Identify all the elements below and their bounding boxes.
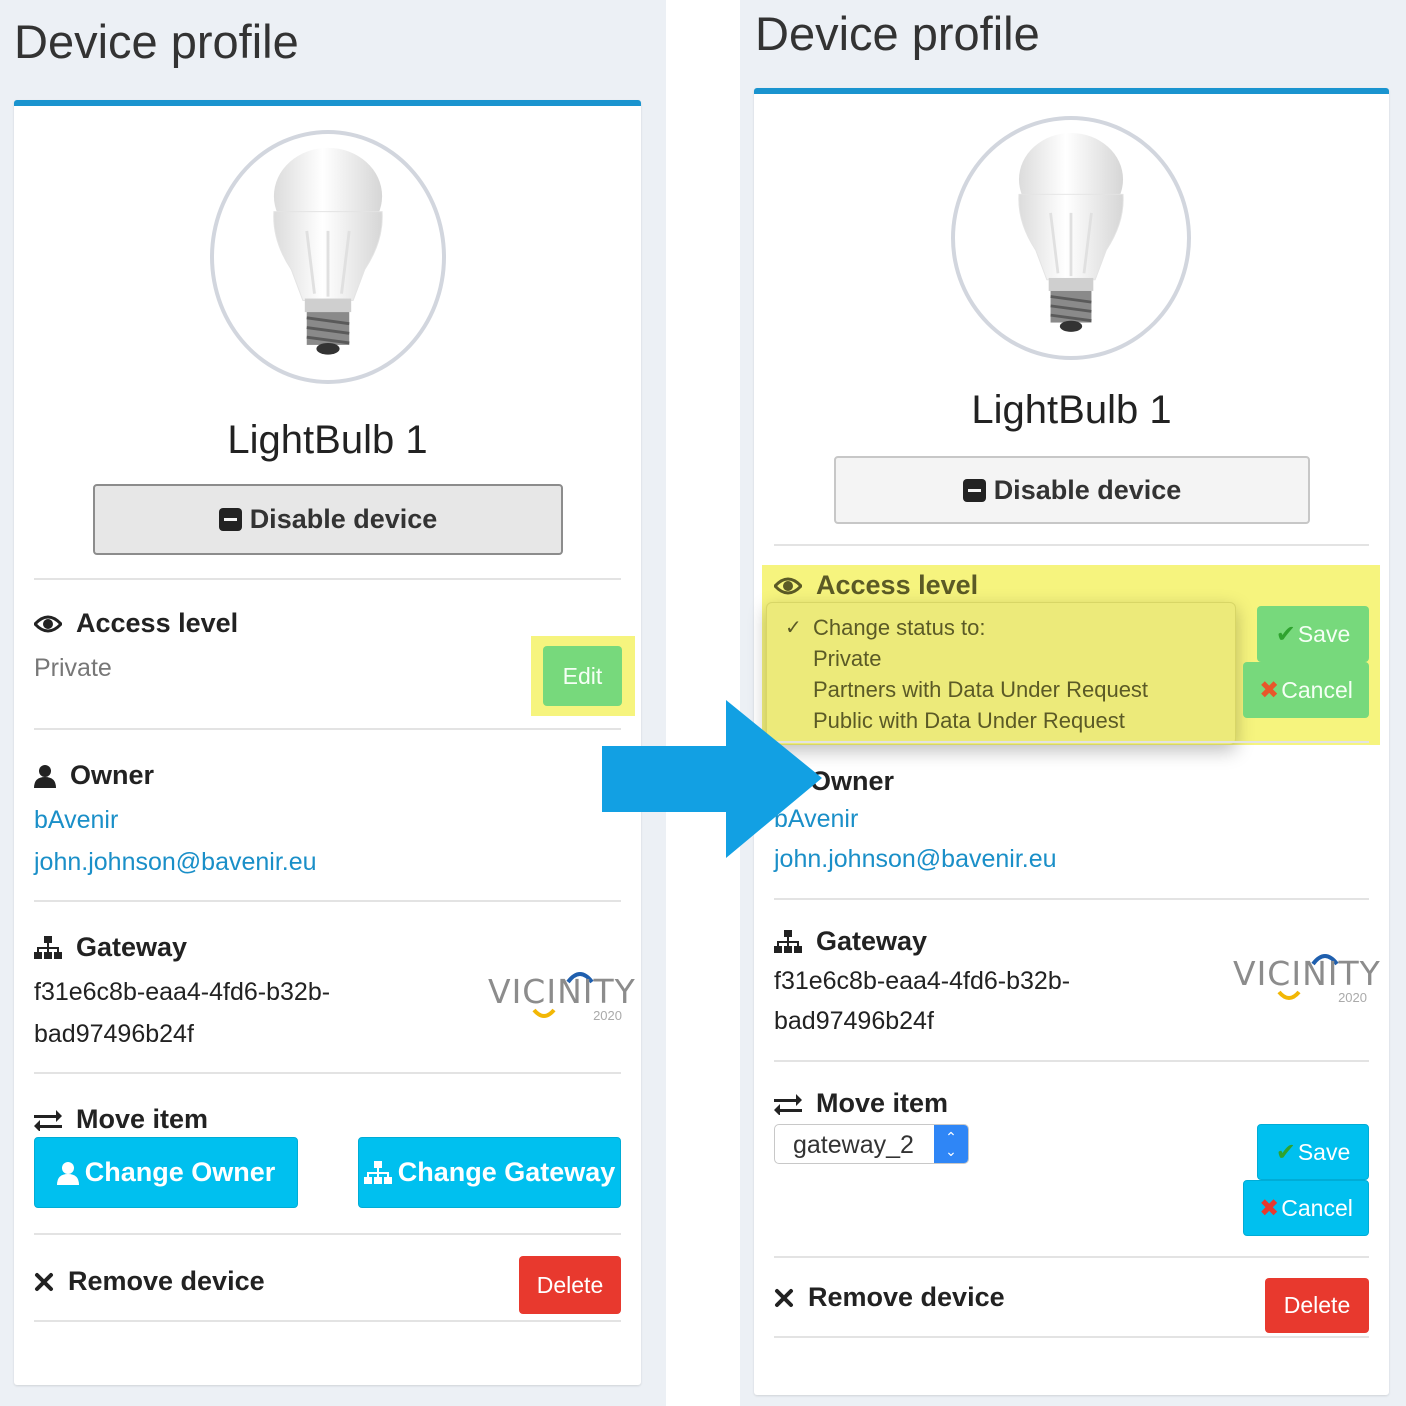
device-avatar [951,116,1191,360]
divider [774,1256,1369,1258]
divider [34,1072,621,1074]
eye-icon [774,577,802,594]
change-owner-label: Change Owner [84,1157,276,1187]
check-icon: ✓ [785,617,802,639]
arrow-right-icon [602,700,822,858]
times-icon [775,1288,793,1307]
lightbulb-image [1018,133,1124,332]
device-name: LightBulb 1 [227,418,428,462]
cancel-label: Cancel [1281,676,1353,703]
owner-org-link[interactable]: bAvenir [34,806,118,835]
divider [774,1060,1369,1062]
disable-device-button[interactable]: Disable device [834,456,1310,524]
divider [774,741,1369,743]
change-owner-button[interactable]: Change Owner [34,1137,298,1208]
remove-device-title: Remove device [68,1266,265,1296]
user-icon [56,1161,79,1185]
divider [34,900,621,902]
move-item-heading: Move item [34,1104,208,1135]
owner-heading: Owner [34,760,154,791]
device-profile-card: LightBulb 1 Disable device Access level … [14,100,641,1385]
lightbulb-image [273,147,383,355]
access-level-title: Access level [76,608,239,638]
vicinity-logo: VICINITY 2020 [1233,950,1380,1012]
sitemap-icon [774,929,802,953]
device-name: LightBulb 1 [971,388,1172,432]
chevron-updown-icon: ⌃ ⌄ [934,1125,968,1163]
gateway-id-line1: f31e6c8b-eaa4-4fd6-b32b- [774,967,1071,995]
gateway-heading: Gateway [34,932,187,963]
move-save-button[interactable]: ✔ Save [1257,1124,1369,1180]
minus-square-icon [962,478,986,502]
user-icon [34,764,56,788]
access-level-value: Private [34,654,112,682]
move-item-heading: Move item [774,1088,948,1119]
sitemap-icon [363,1160,392,1184]
delete-label: Delete [1283,1292,1351,1318]
divider [34,1233,621,1235]
close-icon: ✖ [1259,1194,1280,1222]
exchange-icon [34,1109,62,1131]
save-label: Save [1297,1138,1351,1165]
delete-label: Delete [536,1271,604,1298]
vicinity-logo-year: 2020 [593,1008,622,1023]
minus-square-icon [218,508,242,531]
access-level-heading: Access level [774,570,978,601]
divider [34,578,621,580]
vicinity-logo: VICINITY 2020 [488,968,635,1030]
access-level-title: Access level [816,570,979,600]
move-cancel-button[interactable]: ✖ Cancel [1243,1180,1369,1236]
divider [34,1320,621,1322]
access-level-heading: Access level [34,608,238,639]
cancel-label: Cancel [1281,1194,1353,1221]
eye-icon [34,615,62,632]
divider [774,898,1369,900]
edit-access-button[interactable]: Edit [543,646,622,706]
remove-device-title: Remove device [808,1282,1005,1312]
edit-label: Edit [562,662,603,689]
device-avatar [210,130,446,384]
vicinity-logo-text: VICINITY [1233,954,1381,993]
move-item-title: Move item [76,1104,209,1134]
remove-device-heading: Remove device [34,1266,265,1297]
gateway-id-line1: f31e6c8b-eaa4-4fd6-b32b- [34,978,331,1006]
divider [774,544,1369,546]
change-gateway-label: Change Gateway [397,1157,616,1187]
disable-device-label: Disable device [249,504,438,534]
gateway-heading: Gateway [774,926,927,957]
sitemap-icon [34,935,62,959]
delete-button[interactable]: Delete [1265,1278,1369,1333]
change-gateway-button[interactable]: Change Gateway [358,1137,621,1208]
gateway-title: Gateway [816,926,928,956]
divider [774,1336,1369,1338]
exchange-icon [774,1093,802,1115]
gateway-id-line2: bad97496b24f [774,1007,934,1035]
times-icon [35,1272,53,1291]
owner-title: Owner [70,760,155,790]
gateway-id-line2: bad97496b24f [34,1020,194,1048]
owner-email-link[interactable]: john.johnson@bavenir.eu [34,848,317,877]
check-icon: ✔ [1275,1138,1296,1166]
check-icon: ✔ [1275,620,1296,648]
divider [34,728,621,730]
dropdown-option-private[interactable]: Private [813,646,881,672]
disable-device-label: Disable device [993,474,1182,505]
access-cancel-button[interactable]: ✖ Cancel [1243,662,1369,718]
gateway-title: Gateway [76,932,188,962]
save-label: Save [1297,620,1351,647]
page-title: Device profile [14,15,299,68]
gateway-select[interactable]: gateway_2 ⌃ ⌄ [774,1124,969,1164]
dropdown-option-partners[interactable]: Partners with Data Under Request [813,677,1148,703]
gateway-select-value: gateway_2 [793,1131,914,1159]
vicinity-logo-text: VICINITY [488,972,636,1011]
delete-button[interactable]: Delete [519,1256,621,1314]
disable-device-button[interactable]: Disable device [93,484,563,555]
page-title: Device profile [755,7,1040,60]
vicinity-logo-year: 2020 [1338,990,1367,1005]
remove-device-heading: Remove device [774,1282,1005,1313]
access-save-button[interactable]: ✔ Save [1257,606,1369,662]
close-icon: ✖ [1259,676,1280,704]
move-item-title: Move item [816,1088,949,1118]
dropdown-option-change-status[interactable]: Change status to: [813,615,985,641]
